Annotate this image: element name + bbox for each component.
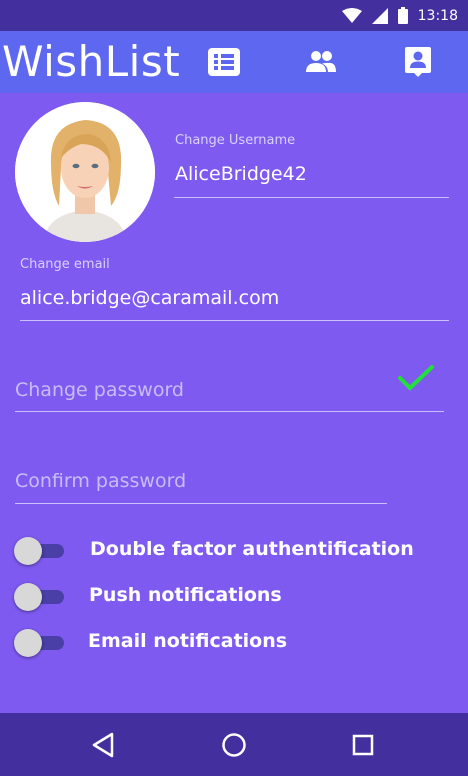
push-notifications-label: Push notifications [89,584,282,606]
status-bar: 13:18 [0,0,468,31]
toggle-row-push: Push notifications [14,579,454,615]
two-factor-label: Double factor authentification [90,538,414,560]
battery-icon [397,7,408,24]
profile-settings: Change Username AliceBridge42 Change ema… [0,93,468,713]
check-icon [398,364,434,396]
email-underline [20,320,449,321]
home-button[interactable] [218,729,250,761]
username-label: Change Username [175,133,296,148]
confirm-password-input[interactable]: Confirm password [15,470,186,492]
home-icon [222,733,246,757]
confirm-password-underline [15,503,387,504]
back-icon [92,732,114,758]
email-label: Change email [20,257,110,272]
contact-icon [405,47,431,77]
navigation-bar [0,713,468,776]
email-input[interactable]: alice.bridge@caramail.com [20,287,279,309]
recents-icon [352,734,374,756]
email-notifications-label: Email notifications [88,630,288,652]
password-input[interactable]: Change password [15,379,184,401]
username-input[interactable]: AliceBridge42 [175,163,307,185]
people-button[interactable] [301,43,341,81]
wifi-icon [341,7,362,23]
toggle-row-email: Email notifications [14,625,454,661]
two-factor-toggle-thumb[interactable] [14,537,42,565]
app-bar: WishList [0,31,468,93]
back-button[interactable] [87,729,119,761]
contact-button[interactable] [398,43,438,81]
list-button[interactable] [204,43,244,81]
people-icon [306,51,336,72]
push-notifications-toggle-thumb[interactable] [14,583,42,611]
username-underline [174,197,449,198]
password-underline [15,411,444,412]
recents-button[interactable] [347,729,379,761]
list-icon [208,48,240,76]
app-title: WishList [2,37,181,86]
profile-photo [15,102,155,242]
signal-icon [371,7,388,24]
status-time: 13:18 [417,7,458,24]
toggle-row-two-factor: Double factor authentification [14,533,454,569]
avatar[interactable] [15,102,155,242]
email-notifications-toggle-thumb[interactable] [14,629,42,657]
